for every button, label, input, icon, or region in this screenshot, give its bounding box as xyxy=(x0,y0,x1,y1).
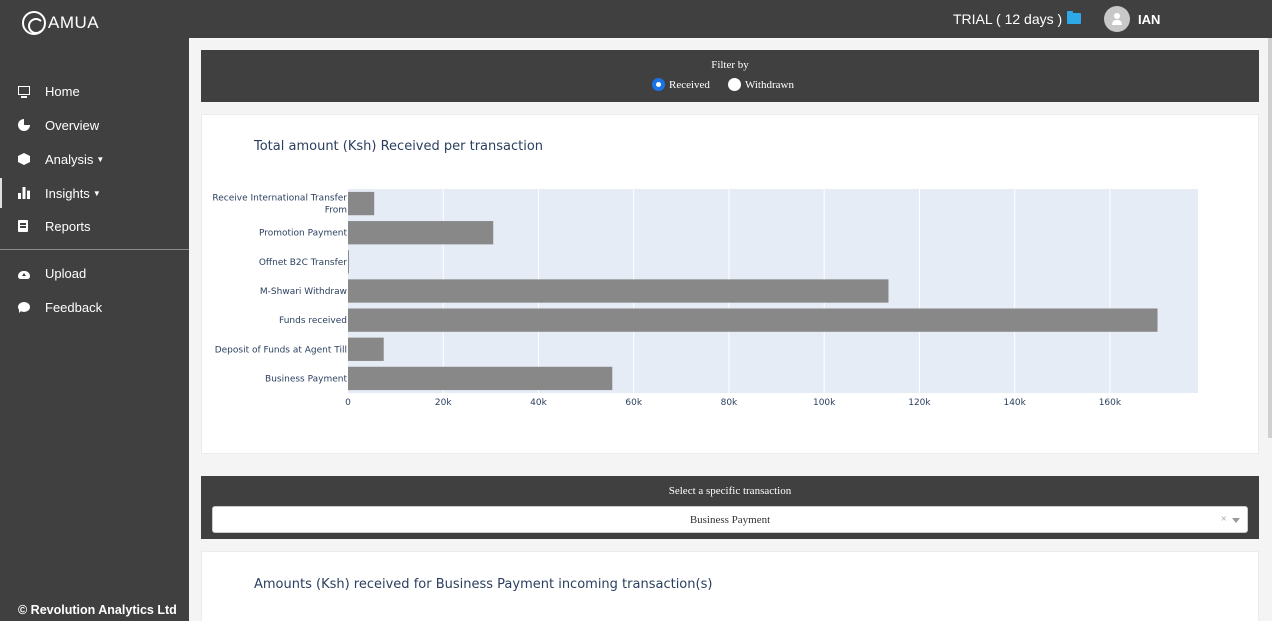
bar[interactable] xyxy=(348,308,1158,332)
sidebar-item-label: Analysis xyxy=(45,151,94,167)
bar[interactable] xyxy=(348,221,494,245)
transaction-select-bar: Select a specific transaction Business P… xyxy=(201,476,1259,539)
x-tick-label: 20k xyxy=(435,398,452,408)
sidebar-item-overview[interactable]: Overview xyxy=(0,110,189,140)
bar[interactable] xyxy=(348,337,384,361)
x-tick-label: 160k xyxy=(1099,398,1122,408)
filter-title: Filter by xyxy=(711,59,749,71)
y-tick-label: Receive International Transfer From xyxy=(212,194,347,216)
x-tick-label: 120k xyxy=(908,398,931,408)
y-tick-label: Deposit of Funds at Agent Till xyxy=(215,345,347,355)
received-radio-label[interactable]: Received xyxy=(669,79,710,91)
sidebar-item-feedback[interactable]: Feedback xyxy=(0,292,189,322)
copyright-footer: © Revolution Analytics Ltd xyxy=(18,603,177,617)
sidebar-item-label: Upload xyxy=(45,265,87,281)
bar[interactable] xyxy=(348,191,375,216)
pie-chart-icon xyxy=(18,119,30,131)
sidebar: Home Overview Analysis ▼ Insights ▼ Repo… xyxy=(0,38,189,621)
sidebar-item-upload[interactable]: Upload xyxy=(0,258,189,288)
filter-radio-group: Received Withdrawn xyxy=(201,78,1259,91)
top-bar: AMUA TRIAL ( 12 days ) IAN xyxy=(0,0,1272,38)
x-tick-label: 0 xyxy=(345,398,351,408)
select-label: Select a specific transaction xyxy=(668,485,792,497)
y-tick-label: M-Shwari Withdraw xyxy=(260,287,347,297)
x-tick-label: 100k xyxy=(813,398,836,408)
y-tick-label: Business Payment xyxy=(265,374,347,384)
y-tick-label: Funds received xyxy=(279,316,347,326)
x-tick-label: 40k xyxy=(530,398,547,408)
sidebar-item-reports[interactable]: Reports xyxy=(0,211,189,241)
sidebar-item-home[interactable]: Home xyxy=(0,76,189,106)
file-icon xyxy=(18,220,28,232)
withdrawn-radio[interactable] xyxy=(727,78,741,91)
x-tick-label: 140k xyxy=(1003,398,1026,408)
cloud-upload-icon xyxy=(18,271,30,279)
sidebar-divider xyxy=(0,249,189,250)
monitor-icon xyxy=(18,85,30,98)
logo-mark-icon xyxy=(22,11,46,35)
x-tick-label: 80k xyxy=(721,398,738,408)
sidebar-item-label: Feedback xyxy=(45,299,103,315)
caret-down-icon: ▼ xyxy=(96,154,105,164)
caret-down-icon: ▼ xyxy=(92,188,101,198)
withdrawn-radio-label[interactable]: Withdrawn xyxy=(745,79,794,91)
chart-title: Total amount (Ksh) Received per transact… xyxy=(254,139,544,154)
bar[interactable] xyxy=(348,279,889,303)
filter-bar: Filter by Received Withdrawn xyxy=(201,50,1259,102)
clear-selection-icon[interactable]: × xyxy=(1221,513,1227,525)
sidebar-item-label: Home xyxy=(45,83,80,99)
bar[interactable] xyxy=(348,250,349,274)
page-scrollbar[interactable] xyxy=(1268,38,1272,438)
user-avatar-icon[interactable] xyxy=(1104,6,1130,32)
detail-title: Amounts (Ksh) received for Business Paym… xyxy=(254,577,713,592)
trial-status: TRIAL ( 12 days ) xyxy=(953,11,1063,27)
sidebar-item-label: Reports xyxy=(45,218,91,234)
cube-icon xyxy=(18,153,30,165)
app-logo[interactable]: AMUA xyxy=(22,11,99,35)
transaction-select[interactable]: Business Payment × xyxy=(212,506,1248,533)
chat-bubble-icon xyxy=(18,302,30,313)
chart-card: Total amount (Ksh) Received per transact… xyxy=(201,114,1259,454)
username[interactable]: IAN xyxy=(1138,12,1160,27)
bar-chart-icon xyxy=(18,187,30,199)
sidebar-item-label: Overview xyxy=(45,117,100,133)
x-tick-label: 60k xyxy=(625,398,642,408)
logo-text: AMUA xyxy=(48,13,100,32)
bar[interactable] xyxy=(348,366,613,391)
chevron-down-icon[interactable] xyxy=(1232,518,1240,523)
bar-chart[interactable]: 0 20k 40k 60k 80k 100k 120k 140k 160k Receive Int… xyxy=(202,175,1260,475)
sidebar-item-label: Insights xyxy=(45,185,90,201)
detail-card: Amounts (Ksh) received for Business Paym… xyxy=(201,551,1259,621)
select-value: Business Payment xyxy=(689,513,771,526)
sidebar-item-insights[interactable]: Insights ▼ xyxy=(0,178,189,208)
y-tick-label: Offnet B2C Transfer xyxy=(259,258,347,268)
folder-icon[interactable] xyxy=(1067,11,1081,24)
y-tick-label: Promotion Payment xyxy=(259,229,348,239)
sidebar-item-analysis[interactable]: Analysis ▼ xyxy=(0,144,189,174)
received-radio[interactable] xyxy=(652,78,665,91)
